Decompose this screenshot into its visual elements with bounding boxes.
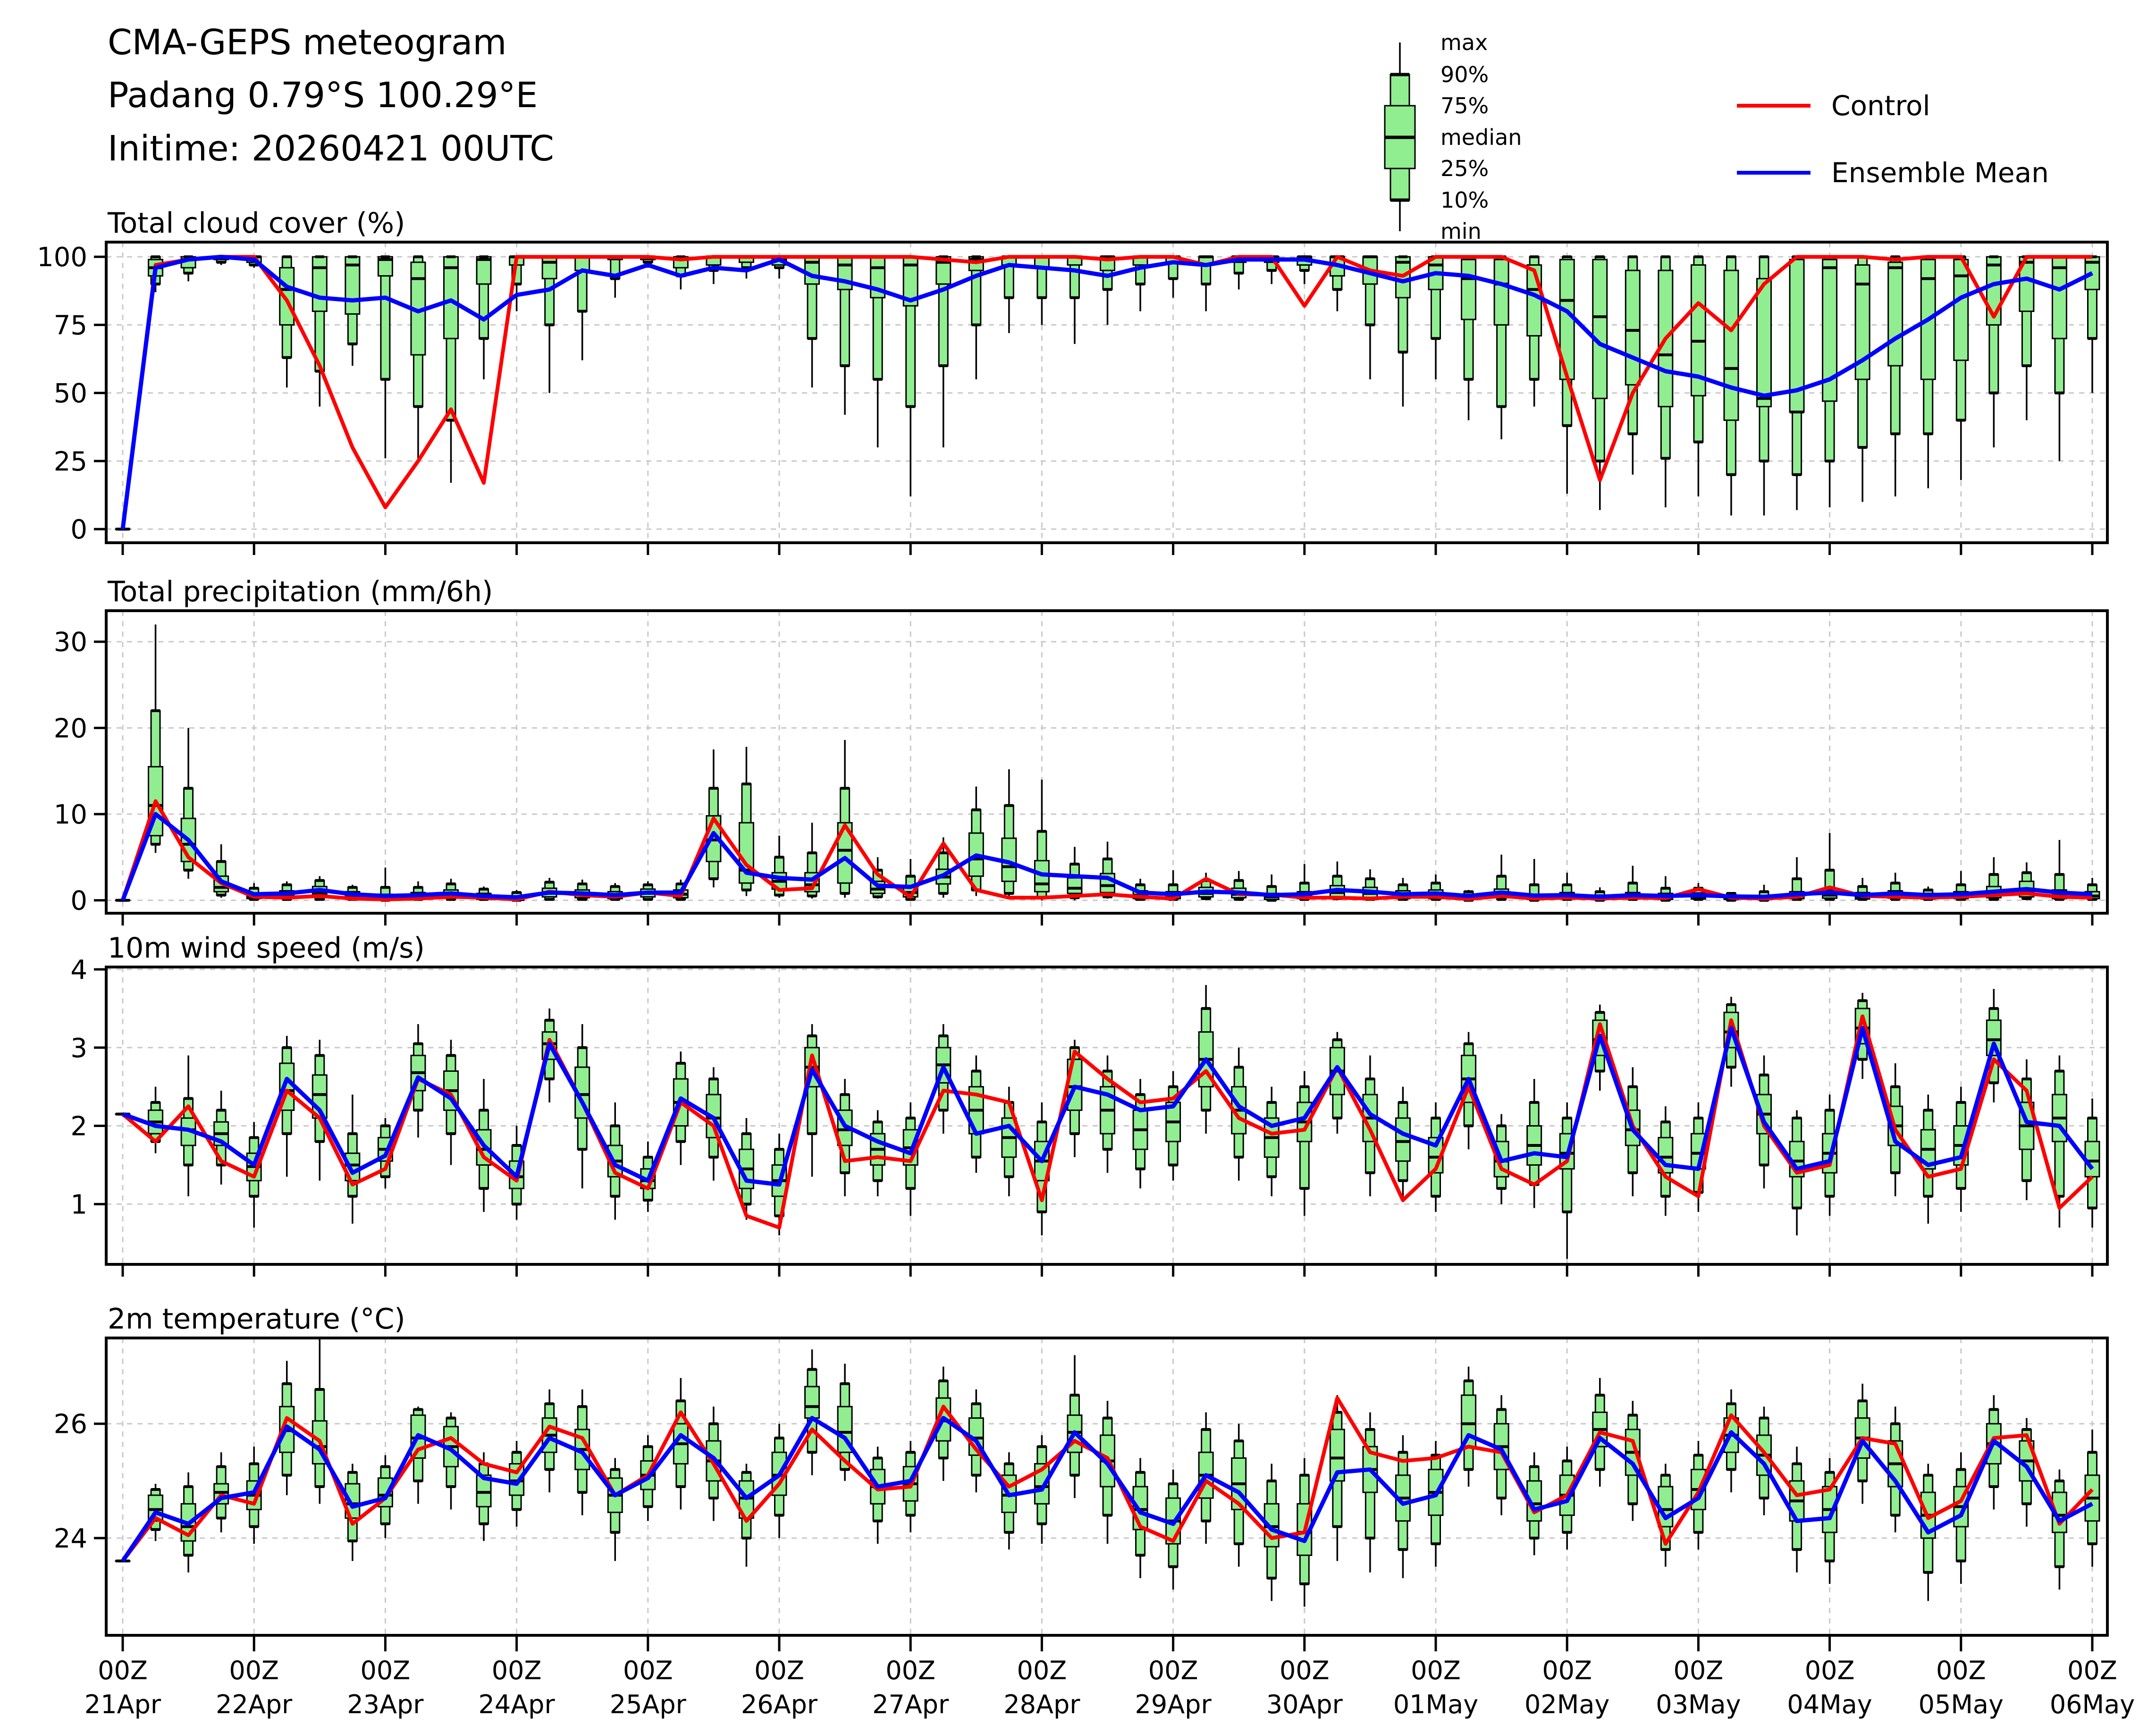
x-label-date: 05May <box>1919 1690 2004 1719</box>
y-tick-label: 30 <box>54 627 87 658</box>
x-label-date: 29Apr <box>1135 1690 1212 1719</box>
panel-10m-wind-speed-m-s: 1 2 3 4 10m wind speed (m/s) <box>70 932 2107 1277</box>
x-label-hour: 00Z <box>1936 1656 1986 1685</box>
panel-total-precipitation-mm-6h: 0 10 20 30 Total precipitation (mm/6h) <box>54 575 2107 925</box>
x-label-date: 27Apr <box>872 1690 949 1719</box>
boxplots <box>116 1338 2099 1607</box>
legend-percentile-label: 25% <box>1440 156 1489 181</box>
x-label-date: 01May <box>1393 1690 1478 1719</box>
legend-percentile-label: median <box>1440 125 1522 150</box>
box-25-75 <box>1462 260 1476 320</box>
y-tick-label: 25 <box>54 446 87 477</box>
x-label-date: 23Apr <box>347 1690 424 1719</box>
y-tick-label: 26 <box>54 1409 87 1440</box>
y-tick-label: 1 <box>70 1189 87 1220</box>
legend: max 90% 75% median 25% 10% min Control Ensemble … <box>1385 30 2049 244</box>
x-label-date: 26Apr <box>741 1690 818 1719</box>
y-tick-label: 3 <box>70 1033 87 1064</box>
box-25-75 <box>312 257 327 311</box>
x-label-hour: 00Z <box>2067 1656 2117 1685</box>
x-label-hour: 00Z <box>1148 1656 1198 1685</box>
box-25-75 <box>542 257 556 278</box>
y-tick-label: 75 <box>54 310 87 341</box>
box-25-75 <box>1888 262 1903 366</box>
panel-title: 10m wind speed (m/s) <box>108 932 425 965</box>
x-label-date: 25Apr <box>610 1690 687 1719</box>
y-tick-label: 20 <box>54 713 87 744</box>
y-tick-label: 4 <box>70 955 87 985</box>
x-label-date: 30Apr <box>1266 1690 1343 1719</box>
x-label-date: 21Apr <box>84 1690 161 1719</box>
x-label-date: 04May <box>1787 1690 1872 1719</box>
box-25-75 <box>1593 260 1607 398</box>
y-tick-label: 2 <box>70 1111 87 1142</box>
x-label-hour: 00Z <box>1542 1656 1592 1685</box>
meteogram-page: CMA-GEPS meteogram Padang 0.79°S 100.29°… <box>0 0 2156 1733</box>
y-tick-label: 50 <box>54 379 87 409</box>
x-label-hour: 00Z <box>361 1656 411 1685</box>
legend-percentile-label: 10% <box>1440 187 1489 213</box>
x-label-hour: 00Z <box>754 1656 804 1685</box>
legend-percentile-label: 90% <box>1440 62 1489 87</box>
box-25-75 <box>1625 270 1640 385</box>
x-label-hour: 00Z <box>1805 1656 1855 1685</box>
panel-2m-temperature-c: 24 26 2m temperature (°C) <box>54 1303 2107 1651</box>
x-axis-labels: 00Z 21Apr 00Z 22Apr 00Z 23Apr 00Z 24Apr 00Z 25Apr… <box>84 1656 2135 1719</box>
box-25-75 <box>1396 1118 1410 1161</box>
box-25-75 <box>1068 878 1082 893</box>
x-label-date: 28Apr <box>1003 1690 1080 1719</box>
x-label-hour: 00Z <box>623 1656 673 1685</box>
x-label-date: 24Apr <box>479 1690 556 1719</box>
x-label-date: 22Apr <box>216 1690 293 1719</box>
x-label-hour: 00Z <box>492 1656 542 1685</box>
panel-total-cloud-cover: 0 25 50 75 100 Total cloud cover (%) <box>37 207 2107 555</box>
x-label-hour: 00Z <box>1674 1656 1724 1685</box>
panel-title: 2m temperature (°C) <box>108 1303 405 1336</box>
x-label-hour: 00Z <box>1411 1656 1461 1685</box>
x-label-hour: 00Z <box>229 1656 279 1685</box>
x-label-hour: 00Z <box>1017 1656 1067 1685</box>
x-label-hour: 00Z <box>98 1656 148 1685</box>
y-tick-label: 0 <box>70 886 87 917</box>
x-label-date: 03May <box>1656 1690 1741 1719</box>
boxplots <box>116 985 2099 1259</box>
x-label-hour: 00Z <box>885 1656 935 1685</box>
legend-series-label: Ensemble Mean <box>1831 157 2049 189</box>
panel-title: Total cloud cover (%) <box>107 207 405 240</box>
legend-percentile-label: max <box>1440 30 1488 55</box>
y-tick-label: 10 <box>54 799 87 830</box>
boxplots <box>116 624 2099 900</box>
box-25-75 <box>1724 270 1738 420</box>
box-25-75 <box>1757 278 1771 406</box>
meteogram-chart: 0 25 50 75 100 Total cloud cover (%) 0 10 20 30 To… <box>0 0 2156 1733</box>
x-label-date: 06May <box>2050 1690 2135 1719</box>
legend-series-label: Control <box>1831 90 1930 122</box>
x-label-date: 02May <box>1524 1690 1609 1719</box>
x-label-hour: 00Z <box>1280 1656 1330 1685</box>
legend-percentile-label: 75% <box>1440 93 1489 118</box>
y-tick-label: 100 <box>37 242 87 273</box>
panel-title: Total precipitation (mm/6h) <box>107 575 493 608</box>
box-25-75 <box>805 1387 819 1418</box>
legend-percentile-label: min <box>1440 219 1482 244</box>
y-tick-label: 24 <box>54 1523 87 1554</box>
y-tick-label: 0 <box>70 514 87 545</box>
box-25-75 <box>1494 260 1508 325</box>
